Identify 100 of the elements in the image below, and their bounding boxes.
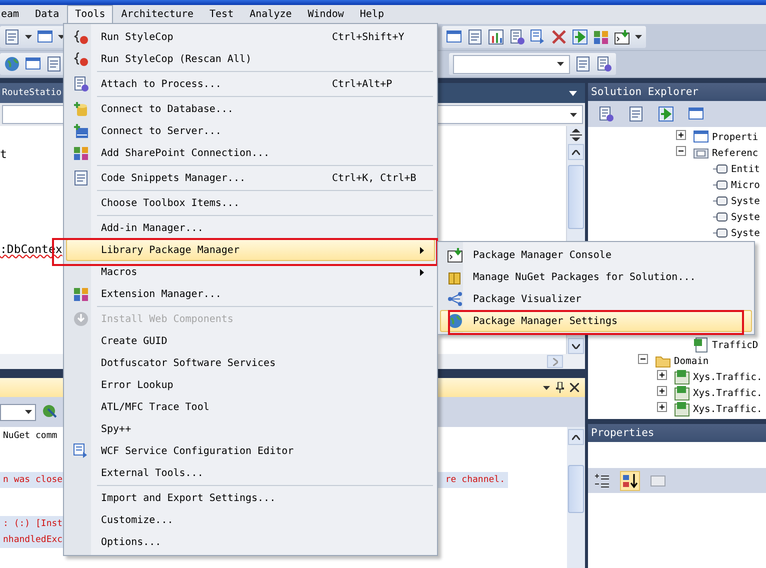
scroll-thumb[interactable] bbox=[568, 465, 584, 513]
tree-item-label[interactable]: Xys.Traffic. bbox=[693, 388, 762, 398]
tree-item-label[interactable]: Properti bbox=[712, 132, 758, 142]
tree-item-label[interactable]: Syste bbox=[731, 196, 760, 206]
tree-item-label[interactable]: Xys.Traffic. bbox=[693, 404, 762, 414]
menu-item[interactable]: External Tools... bbox=[66, 462, 435, 484]
dropdown-arrow-icon bbox=[557, 62, 564, 66]
window-icon[interactable] bbox=[446, 29, 462, 45]
blocks-icon[interactable] bbox=[593, 29, 609, 45]
arrow-box-icon[interactable] bbox=[572, 29, 588, 45]
window-icon[interactable] bbox=[688, 106, 704, 122]
menu-item[interactable]: Package Manager Settings bbox=[440, 310, 752, 332]
code-file-icon bbox=[693, 337, 709, 353]
document-gear-icon[interactable] bbox=[598, 106, 614, 122]
expand-toggle-icon[interactable] bbox=[657, 402, 668, 413]
menu-title[interactable]: Help bbox=[352, 5, 392, 24]
document-arrows-icon bbox=[72, 443, 88, 459]
tree-item-label[interactable]: Syste bbox=[731, 212, 760, 222]
menu-title[interactable]: Architecture bbox=[113, 5, 202, 24]
menu-item[interactable]: Macros bbox=[66, 261, 435, 283]
tree-item-label[interactable]: TrafficD bbox=[712, 340, 758, 350]
menu-title[interactable]: eam bbox=[0, 5, 28, 24]
output-line: NuGet comm bbox=[3, 430, 58, 443]
project-icon bbox=[674, 401, 690, 417]
menu-title[interactable]: Test bbox=[202, 5, 242, 24]
document-tab[interactable]: RouteStatio bbox=[0, 83, 64, 103]
menu-item[interactable]: Add SharePoint Connection... bbox=[66, 142, 435, 164]
menu-item[interactable]: Run StyleCop (Rescan All) bbox=[66, 48, 435, 70]
tree-item-label[interactable]: Entit bbox=[731, 164, 760, 174]
menu-item[interactable]: WCF Service Configuration Editor bbox=[66, 440, 435, 462]
document-icon[interactable] bbox=[4, 29, 20, 45]
menu-item[interactable]: Library Package Manager bbox=[66, 239, 435, 261]
tree-item-label[interactable]: Micro bbox=[731, 180, 760, 190]
sort-icon[interactable] bbox=[622, 472, 638, 488]
document-icon[interactable] bbox=[46, 56, 62, 72]
pin-icon[interactable] bbox=[556, 382, 564, 393]
download-icon bbox=[72, 311, 88, 327]
code-line: t bbox=[0, 146, 7, 162]
submenu-arrow-icon bbox=[420, 268, 424, 276]
expand-toggle-icon[interactable] bbox=[657, 370, 668, 381]
menu-item[interactable]: Customize... bbox=[66, 509, 435, 531]
output-line: n was close bbox=[3, 474, 63, 487]
collapse-toggle-icon[interactable] bbox=[676, 146, 687, 157]
tab-list-icon[interactable] bbox=[569, 90, 577, 96]
expand-toggle-icon[interactable] bbox=[676, 130, 687, 141]
menu-item[interactable]: Manage NuGet Packages for Solution... bbox=[440, 266, 752, 288]
brace-icon bbox=[72, 29, 88, 45]
brace-icon bbox=[72, 51, 88, 67]
panel-title: Solution Explorer bbox=[588, 83, 766, 101]
scroll-down-button[interactable] bbox=[568, 338, 584, 354]
tree-item-label[interactable]: Referenc bbox=[712, 148, 758, 158]
scroll-up-button[interactable] bbox=[568, 144, 584, 160]
menu-title[interactable]: Data bbox=[27, 5, 68, 24]
menu-item[interactable]: Options... bbox=[66, 531, 435, 553]
menu-item[interactable]: Dotfuscator Software Services bbox=[66, 352, 435, 374]
categorized-icon[interactable] bbox=[594, 472, 610, 488]
window-icon[interactable] bbox=[37, 29, 53, 45]
output-source-combo[interactable] bbox=[0, 404, 36, 420]
menu-item[interactable]: Add-in Manager... bbox=[66, 217, 435, 239]
menu-item[interactable]: Connect to Database... bbox=[66, 98, 435, 120]
tree-item-label[interactable]: Domain bbox=[674, 356, 709, 366]
document-gear-icon[interactable] bbox=[509, 29, 525, 45]
document-icon bbox=[72, 170, 88, 186]
document-arrows-icon[interactable] bbox=[530, 29, 546, 45]
expand-toggle-icon[interactable] bbox=[657, 386, 668, 397]
menu-item[interactable]: Code Snippets Manager... Ctrl+K, Ctrl+B bbox=[66, 167, 435, 189]
window-icon[interactable] bbox=[25, 56, 41, 72]
menu-item[interactable]: Package Visualizer bbox=[440, 288, 752, 310]
menu-item[interactable]: Error Lookup bbox=[66, 374, 435, 396]
dropdown-arrow-icon[interactable] bbox=[25, 35, 32, 39]
menu-item[interactable]: Extension Manager... bbox=[66, 283, 435, 305]
arrow-box-icon[interactable] bbox=[658, 106, 674, 122]
document-gear-icon[interactable] bbox=[596, 56, 612, 72]
chart-icon[interactable] bbox=[488, 29, 504, 45]
menu-item[interactable]: Package Manager Console bbox=[440, 244, 752, 266]
scroll-up-button[interactable] bbox=[568, 429, 584, 445]
menu-item[interactable]: Choose Toolbox Items... bbox=[66, 192, 435, 214]
menu-title[interactable]: Window bbox=[300, 5, 352, 24]
console-icon[interactable] bbox=[614, 29, 630, 45]
tree-item-label[interactable]: Syste bbox=[731, 228, 760, 238]
document-icon[interactable] bbox=[467, 29, 483, 45]
menu-title[interactable]: Tools bbox=[67, 5, 114, 24]
blocks-icon bbox=[72, 286, 88, 302]
scroll-thumb[interactable] bbox=[568, 165, 584, 229]
collapse-toggle-icon[interactable] bbox=[638, 354, 649, 365]
document-icon[interactable] bbox=[575, 56, 591, 72]
menu-item[interactable]: Spy++ bbox=[66, 418, 435, 440]
dropdown-arrow-icon[interactable] bbox=[635, 35, 642, 39]
dropdown-arrow-icon[interactable] bbox=[543, 386, 550, 390]
menu-item[interactable]: Create GUID bbox=[66, 330, 435, 352]
menu-title[interactable]: Analyze bbox=[242, 5, 300, 24]
tree-item-label[interactable]: Xys.Traffic. bbox=[693, 372, 762, 382]
split-handle-icon[interactable] bbox=[570, 129, 582, 141]
menu-item[interactable]: Attach to Process... Ctrl+Alt+P bbox=[66, 73, 435, 95]
document-icon[interactable] bbox=[628, 106, 644, 122]
globe-icon[interactable] bbox=[4, 56, 20, 72]
close-icon[interactable] bbox=[570, 383, 579, 392]
menu-item[interactable]: Connect to Server... bbox=[66, 120, 435, 142]
menu-item[interactable]: Import and Export Settings... bbox=[66, 487, 435, 509]
panel-title: Properties bbox=[588, 424, 766, 442]
